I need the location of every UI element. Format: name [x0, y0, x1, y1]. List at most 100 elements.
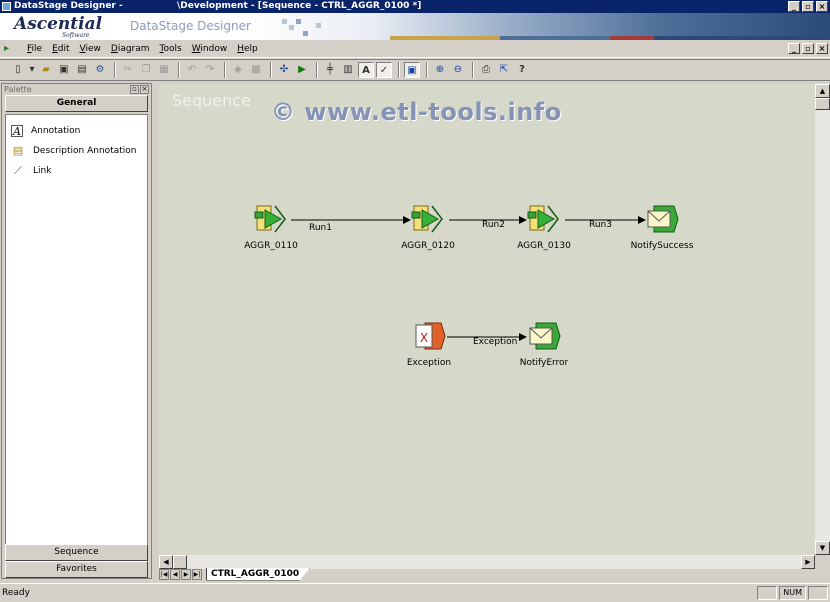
mdi-close-button[interactable]: × [816, 43, 828, 54]
annotation-toggle-icon[interactable]: A [358, 62, 374, 78]
save-icon[interactable]: ▣ [56, 62, 72, 78]
paste-icon[interactable]: ▦ [156, 62, 172, 78]
stage-label: AGGR_0120 [401, 241, 455, 251]
scroll-thumb[interactable] [815, 98, 830, 110]
palette-close-button[interactable]: × [140, 85, 149, 94]
stage-label: AGGR_0110 [244, 241, 298, 251]
banner-decoration [296, 19, 301, 24]
save-all-icon[interactable]: ▤ [74, 62, 90, 78]
scroll-down-button[interactable]: ▼ [815, 541, 830, 555]
menu-diagram[interactable]: Diagram [106, 44, 155, 54]
banner-decoration [282, 19, 287, 24]
palette-panel: Palette ▫ × General A Annotation ▤ Descr… [1, 83, 152, 579]
stage-notifyerror[interactable]: NotifyError [494, 319, 594, 368]
toolbar-separator [114, 62, 116, 78]
title-bar: DataStage Designer - \Development - [Seq… [0, 0, 830, 13]
job-activity-icon [527, 205, 559, 233]
palette-items-list: A Annotation ▤ Description Annotation ⟋ … [5, 114, 148, 547]
palette-item-description-annotation[interactable]: ▤ Description Annotation [6, 141, 147, 161]
menu-bar: ▸ File Edit View Diagram Tools Window He… [0, 41, 830, 58]
status-panel-empty [808, 586, 828, 600]
description-annotation-icon: ▤ [12, 144, 24, 157]
menu-edit[interactable]: Edit [47, 44, 74, 54]
run-icon[interactable]: ▶ [294, 62, 310, 78]
palette-item-label: Annotation [31, 126, 81, 136]
palette-item-link[interactable]: ⟋ Link [6, 161, 147, 181]
menu-help[interactable]: Help [232, 44, 263, 54]
status-bar: Ready NUM [0, 583, 830, 602]
exception-handler-icon: X [415, 322, 446, 350]
check-icon[interactable]: ✓ [376, 62, 392, 78]
mdi-restore-button[interactable]: ▫ [802, 43, 814, 54]
next-sheet-button[interactable]: ▶ [181, 568, 191, 580]
previous-sheet-button[interactable]: ◀ [170, 568, 180, 580]
sheet-tab-bar: |◀ ◀ ▶ ▶| CTRL_AGGR_0100 [157, 567, 830, 581]
stage-exception[interactable]: X Exception [379, 319, 479, 368]
palette-tab-general[interactable]: General [5, 95, 148, 112]
zoom-out-icon[interactable]: ⊖ [450, 62, 466, 78]
stage-label: AGGR_0130 [517, 241, 571, 251]
undo-icon[interactable]: ↶ [184, 62, 200, 78]
export-icon[interactable]: ⇱ [496, 62, 512, 78]
palette-item-annotation[interactable]: A Annotation [6, 121, 147, 141]
link-icon: ⟋ [14, 164, 22, 177]
palette-header: Palette ▫ × [2, 84, 151, 95]
svg-text:X: X [420, 331, 428, 345]
help-icon[interactable]: ? [514, 62, 530, 78]
scroll-up-button[interactable]: ▲ [815, 84, 830, 98]
print-preview-icon[interactable]: ▩ [248, 62, 264, 78]
close-button[interactable]: × [816, 1, 828, 12]
link-marker-icon[interactable]: ▣ [404, 62, 420, 78]
last-sheet-button[interactable]: ▶| [192, 568, 202, 580]
menu-file[interactable]: File [22, 44, 47, 54]
stage-aggr-0120[interactable]: AGGR_0120 [378, 202, 478, 251]
palette-item-label: Link [33, 166, 52, 176]
toolbar-separator [398, 62, 400, 78]
new-icon[interactable]: ▯ [10, 62, 26, 78]
toolbar-separator [472, 62, 474, 78]
stage-label: NotifyError [519, 358, 569, 368]
sheet-tab-ctrl-aggr-0100[interactable]: CTRL_AGGR_0100 [206, 567, 311, 581]
menu-view[interactable]: View [75, 44, 106, 54]
menu-window[interactable]: Window [187, 44, 233, 54]
print-icon[interactable]: ⎙ [478, 62, 494, 78]
palette-tab-favorites[interactable]: Favorites [5, 561, 148, 578]
document-icon[interactable]: ▸ [4, 43, 16, 55]
first-sheet-button[interactable]: |◀ [159, 568, 169, 580]
properties-icon[interactable]: ◈ [230, 62, 246, 78]
product-name: DataStage Designer [130, 19, 251, 33]
vertical-scrollbar[interactable]: ▲ ▼ [815, 84, 830, 555]
palette-tab-sequence[interactable]: Sequence [5, 544, 148, 561]
stage-label: NotifySuccess [630, 241, 694, 251]
stage-notifysuccess[interactable]: NotifySuccess [612, 202, 712, 251]
maximize-button[interactable]: ▫ [802, 1, 814, 12]
redacted-server-name [125, 0, 174, 11]
toolbar-separator [270, 62, 272, 78]
diagram-canvas[interactable]: Sequence © www.etl-tools.info Run1 Run2 … [159, 84, 815, 555]
banner-decoration [289, 25, 294, 30]
zoom-in-icon[interactable]: ⊕ [432, 62, 448, 78]
minimize-button[interactable]: _ [788, 1, 800, 12]
job-properties-icon[interactable]: ✣ [276, 62, 292, 78]
palette-float-button[interactable]: ▫ [130, 85, 139, 94]
stage-aggr-0110[interactable]: AGGR_0110 [221, 202, 321, 251]
open-icon[interactable]: ▰ [38, 62, 54, 78]
banner-decoration [316, 23, 321, 28]
new-dropdown-icon[interactable]: ▾ [28, 62, 36, 78]
snap-to-grid-icon[interactable]: ▥ [340, 62, 356, 78]
toolbar-separator [426, 62, 428, 78]
ascential-logo: Ascential [14, 14, 103, 34]
compile-icon[interactable]: ⚙ [92, 62, 108, 78]
copy-icon[interactable]: ❐ [138, 62, 154, 78]
menu-tools[interactable]: Tools [155, 44, 187, 54]
banner-decoration [303, 31, 308, 36]
cut-icon[interactable]: ✂ [120, 62, 136, 78]
stage-aggr-0130[interactable]: AGGR_0130 [494, 202, 594, 251]
mdi-minimize-button[interactable]: _ [788, 43, 800, 54]
redo-icon[interactable]: ↷ [202, 62, 218, 78]
links-layer [291, 216, 646, 341]
status-num-indicator: NUM [779, 586, 806, 600]
annotation-icon: A [11, 125, 23, 137]
grid-icon[interactable]: ╪ [322, 62, 338, 78]
diagram-window: Sequence © www.etl-tools.info Run1 Run2 … [157, 83, 830, 581]
